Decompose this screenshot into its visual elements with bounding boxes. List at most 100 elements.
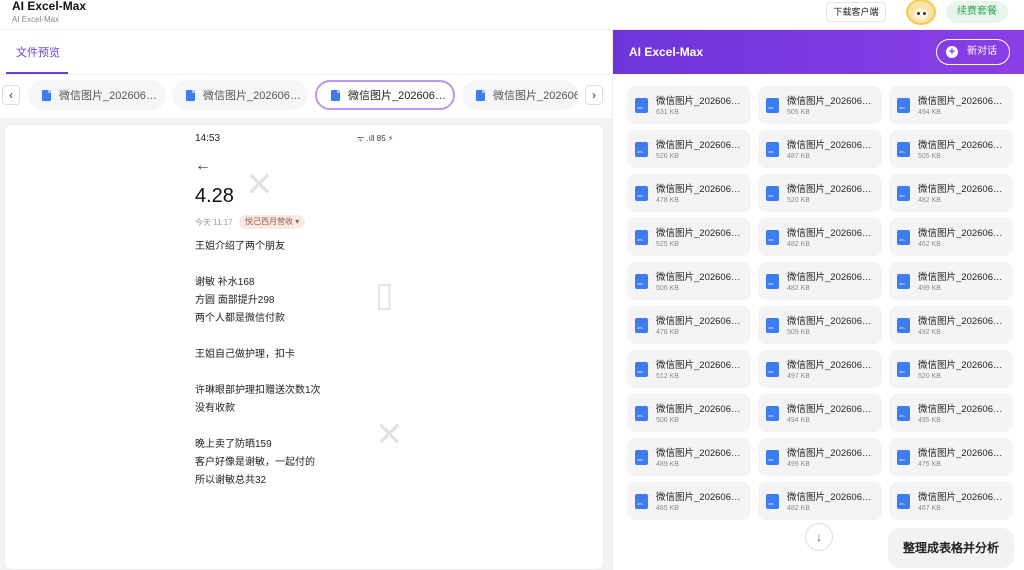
file-name: 微信图片_202606… xyxy=(656,184,741,195)
file-name: 微信图片_202606… xyxy=(656,404,741,415)
file-name: 微信图片_202606… xyxy=(787,184,872,195)
file-card[interactable]: 微信图片_202606… 482 KB xyxy=(758,262,882,300)
jpg-file-icon xyxy=(897,406,910,421)
file-card[interactable]: 微信图片_202606… 495 KB xyxy=(889,394,1013,432)
file-card[interactable]: 微信图片_202606… 512 KB xyxy=(627,350,751,388)
file-card[interactable]: 微信图片_202606… 482 KB xyxy=(889,174,1013,212)
file-size: 494 KB xyxy=(918,109,941,116)
file-size: 482 KB xyxy=(787,505,810,512)
file-size: 509 KB xyxy=(787,329,810,336)
file-name: 微信图片_202606… xyxy=(918,316,1003,327)
file-size: 525 KB xyxy=(656,241,679,248)
file-card[interactable]: 微信图片_202606… 520 KB xyxy=(889,350,1013,388)
jpg-file-icon xyxy=(766,274,779,289)
note-line: 两个人都是微信付款 xyxy=(195,313,285,324)
file-card[interactable]: 微信图片_202606… 475 KB xyxy=(889,438,1013,476)
jpg-file-icon xyxy=(635,274,648,289)
image-file-icon xyxy=(331,89,340,101)
file-card[interactable]: 微信图片_202606… 520 KB xyxy=(627,130,751,168)
jpg-file-icon xyxy=(897,142,910,157)
tab-file-preview[interactable]: 文件预览 xyxy=(16,44,60,60)
file-name: 微信图片_202606… xyxy=(656,140,741,151)
file-size: 478 KB xyxy=(656,329,679,336)
file-name: 微信图片_202606… xyxy=(918,404,1003,415)
jpg-file-icon xyxy=(635,362,648,377)
file-size: 482 KB xyxy=(787,285,810,292)
divider xyxy=(0,74,612,75)
file-card[interactable]: 微信图片_202606… 631 KB xyxy=(627,86,751,124)
file-tab-label: 微信图片_202606… xyxy=(59,90,157,102)
file-name: 微信图片_202606… xyxy=(656,96,741,107)
file-card[interactable]: 微信图片_202606… 505 KB xyxy=(889,130,1013,168)
file-size: 482 KB xyxy=(787,241,810,248)
jpg-file-icon xyxy=(766,318,779,333)
file-name: 微信图片_202606… xyxy=(787,140,872,151)
prev-file-button[interactable]: ‹ xyxy=(2,85,20,105)
file-card[interactable]: 微信图片_202606… 525 KB xyxy=(627,218,751,256)
file-card[interactable]: 微信图片_202606… 494 KB xyxy=(889,86,1013,124)
top-bar: AI Excel-Max AI Excel-Max 下载客户端 续费套餐 xyxy=(0,0,1024,30)
jpg-file-icon xyxy=(635,494,648,509)
file-card[interactable]: 微信图片_202606… 499 KB xyxy=(889,262,1013,300)
file-size: 475 KB xyxy=(918,461,941,468)
file-card[interactable]: 微信图片_202606… 499 KB xyxy=(758,438,882,476)
jpg-file-icon xyxy=(766,186,779,201)
avatar-eye-icon xyxy=(923,12,926,15)
file-card[interactable]: 微信图片_202606… 509 KB xyxy=(758,306,882,344)
file-card[interactable]: 微信图片_202606… 482 KB xyxy=(758,218,882,256)
file-card[interactable]: 微信图片_202606… 489 KB xyxy=(627,438,751,476)
new-chat-button[interactable]: + 新对话 xyxy=(936,39,1010,65)
jpg-file-icon xyxy=(897,494,910,509)
file-name: 微信图片_202606… xyxy=(656,228,741,239)
scroll-down-button[interactable]: ↓ xyxy=(805,523,833,551)
file-card[interactable]: 微信图片_202606… 487 KB xyxy=(758,130,882,168)
file-card[interactable]: 微信图片_202606… 478 KB xyxy=(627,306,751,344)
file-name: 微信图片_202606… xyxy=(918,272,1003,283)
file-name: 微信图片_202606… xyxy=(918,448,1003,459)
note-line: 晚上卖了防晒159 xyxy=(195,439,272,450)
file-card[interactable]: 微信图片_202606… 497 KB xyxy=(758,350,882,388)
file-card[interactable]: 微信图片_202606… 478 KB xyxy=(627,174,751,212)
file-card[interactable]: 微信图片_202606… 505 KB xyxy=(758,86,882,124)
file-name: 微信图片_202606… xyxy=(656,272,741,283)
file-tab[interactable]: 微信图片_202606… xyxy=(172,80,308,110)
avatar[interactable] xyxy=(906,0,936,25)
file-size: 495 KB xyxy=(918,417,941,424)
jpg-file-icon xyxy=(766,406,779,421)
file-size: 478 KB xyxy=(656,197,679,204)
file-tab-active[interactable]: 微信图片_202606… xyxy=(315,80,455,110)
note-line: 客户好像是谢敏，一起付的 xyxy=(195,457,315,468)
image-preview: ✕ ▯ ✕ 14:53 ᯤ .ıll 85 ⚡ ← 4.28 今天 11:17 … xyxy=(4,124,604,570)
file-size: 489 KB xyxy=(656,461,679,468)
file-card[interactable]: 微信图片_202606… 482 KB xyxy=(758,482,882,520)
file-card[interactable]: 微信图片_202606… 520 KB xyxy=(758,174,882,212)
file-size: 499 KB xyxy=(918,285,941,292)
file-card[interactable]: 微信图片_202606… 506 KB xyxy=(627,262,751,300)
renew-plan-button[interactable]: 续费套餐 xyxy=(946,1,1008,23)
next-file-button[interactable]: › xyxy=(585,85,603,105)
watermark: ✕ xyxy=(375,416,404,454)
file-tab[interactable]: 微信图片_202606 xyxy=(462,80,578,110)
file-size: 520 KB xyxy=(787,197,810,204)
file-size: 506 KB xyxy=(656,285,679,292)
file-card[interactable]: 微信图片_202606… 467 KB xyxy=(889,482,1013,520)
plus-icon: + xyxy=(946,46,958,58)
organize-and-analyze-button[interactable]: 整理成表格并分析 xyxy=(888,528,1014,568)
file-size: 520 KB xyxy=(918,373,941,380)
back-arrow-icon: ← xyxy=(195,157,211,174)
file-card[interactable]: 微信图片_202606… 494 KB xyxy=(758,394,882,432)
file-tab-label: 微信图片_202606… xyxy=(203,90,301,102)
file-card[interactable]: 微信图片_202606… 462 KB xyxy=(889,218,1013,256)
jpg-file-icon xyxy=(897,274,910,289)
file-tab[interactable]: 微信图片_202606… xyxy=(28,80,166,110)
file-card[interactable]: 微信图片_202606… 485 KB xyxy=(627,482,751,520)
file-size: 462 KB xyxy=(918,241,941,248)
file-card[interactable]: 微信图片_202606… 492 KB xyxy=(889,306,1013,344)
file-card[interactable]: 微信图片_202606… 500 KB xyxy=(627,394,751,432)
preview-area: ✕ ▯ ✕ 14:53 ᯤ .ıll 85 ⚡ ← 4.28 今天 11:17 … xyxy=(0,118,612,570)
download-client-button[interactable]: 下载客户端 xyxy=(826,2,886,22)
note-line: 许琳眼部护理扣赠送次数1次 xyxy=(195,385,321,396)
jpg-file-icon xyxy=(766,450,779,465)
file-name: 微信图片_202606… xyxy=(918,360,1003,371)
file-size: 482 KB xyxy=(918,197,941,204)
